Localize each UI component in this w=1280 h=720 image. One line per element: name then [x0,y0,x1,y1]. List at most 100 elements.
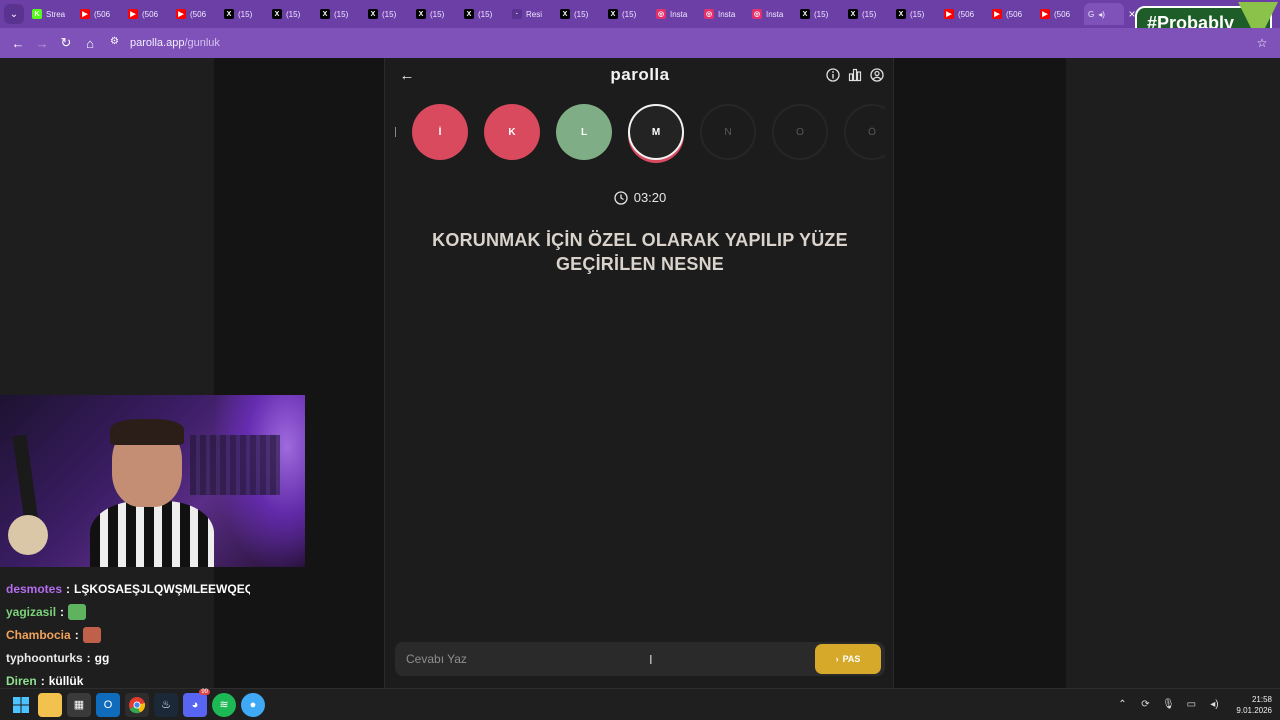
browser-tab[interactable]: X (15) [460,3,508,25]
chat-username[interactable]: Chambocia [6,628,71,642]
letter-pending: N [700,104,756,160]
chat-overlay: desmotes: LŞKOSAEŞJLQWŞMLEEWQEQW yagizasil… [0,567,250,692]
browser-tab[interactable]: ◎ Insta [652,3,700,25]
answer-input[interactable] [395,642,815,676]
screen: ⌄ K Strea ▶ (506 ▶ (506 ▶ (506 X (15) X (15) X (15) X (… [0,0,1280,720]
chat-text: LŞKOSAEŞJLQWŞMLEEWQEQW [74,581,250,596]
tab-label: (15) [862,9,877,19]
browser-tab[interactable]: ▶ (506 [988,3,1036,25]
x-icon: X [896,9,906,19]
clock-icon [614,190,628,205]
display-icon[interactable]: ▭ [1184,698,1198,712]
browser-tab[interactable]: ▶ (506 [1036,3,1084,25]
browser-tab[interactable]: ▶ (506 [76,3,124,25]
browser-tab[interactable]: X (15) [412,3,460,25]
letter-wheel-edge [395,127,396,137]
browser-tab[interactable]: X (15) [364,3,412,25]
forward-button[interactable]: → [30,31,54,55]
browser-tab[interactable]: X (15) [844,3,892,25]
arrow-right-icon: → [35,35,49,51]
letter-wrong: K [484,104,540,160]
windows-taskbar: ▦ O ♨ ◕ 99 ≋ ● ⌃ ⟳ 🎙︎ ▭ ◂) 21:58 9.01.202… [0,688,1280,720]
tab-label: (506 [94,9,111,19]
address-bar[interactable]: ⚙ parolla.app/gunluk [110,31,1130,55]
youtube-icon: ▶ [80,9,90,19]
browser-tab[interactable]: ▶ (506 [940,3,988,25]
discord-icon[interactable]: ◕ 99 [183,688,210,717]
sync-icon[interactable]: ⟳ [1138,698,1152,712]
chat-username[interactable]: typhoonturks [6,651,83,665]
home-button[interactable]: ⌂ [78,31,102,55]
x-icon: X [464,9,474,19]
webcam-overlay [0,395,305,567]
steam-icon[interactable]: ♨ [154,692,178,717]
x-icon: X [560,9,570,19]
page-right-background [1066,58,1280,688]
chevron-up-icon[interactable]: ⌃ [1115,698,1129,712]
stats-icon[interactable] [847,67,863,83]
url-host: parolla.app [130,37,185,49]
chat-username[interactable]: yagizasil [6,605,56,619]
site-settings-icon[interactable]: ⚙ [110,36,124,50]
browser-tab[interactable]: X (15) [604,3,652,25]
tab-active[interactable]: G ◂) [1084,3,1124,25]
browser-tab[interactable]: ▶ (506 [172,3,220,25]
browser-tab[interactable]: X (15) [796,3,844,25]
kick-icon: K [32,9,42,19]
chevron-right-icon: › [835,654,839,664]
chevron-down-icon: ⌄ [9,8,19,20]
browser-tab[interactable]: · Resi [508,3,556,25]
tab-label: (506 [1006,9,1023,19]
chat-text: gg [94,650,110,665]
tab-label: (15) [430,9,445,19]
app-icon[interactable]: ● [241,692,265,717]
x-icon: X [272,9,282,19]
browser-tab[interactable]: ◎ Insta [748,3,796,25]
youtube-icon: ▶ [1040,9,1050,19]
windows-start-icon[interactable] [9,693,33,717]
chat-username[interactable]: Diren [6,674,37,688]
browser-tab[interactable]: X (15) [268,3,316,25]
chrome-icon[interactable] [125,692,149,717]
browser-tab[interactable]: X (15) [892,3,940,25]
profile-icon[interactable] [869,67,885,83]
tab-label: (506 [142,9,159,19]
header-actions [825,67,885,83]
tab-label: Insta [718,9,736,19]
url-path: /gunluk [184,37,220,49]
browser-tab-strip: ⌄ K Strea ▶ (506 ▶ (506 ▶ (506 X (15) X (15) X (15) X (… [0,0,1280,28]
volume-icon[interactable]: ◂) [1207,698,1221,712]
browser-tab[interactable]: X (15) [220,3,268,25]
instagram-icon: ◎ [656,9,666,19]
spotify-icon[interactable]: ≋ [212,692,236,717]
reload-button[interactable]: ↻ [54,31,78,55]
letter-current: M [628,104,684,160]
browser-tab[interactable]: X (15) [556,3,604,25]
file-explorer-icon[interactable] [38,692,62,717]
youtube-icon: ▶ [992,9,1002,19]
browser-tab[interactable]: X (15) [316,3,364,25]
pass-label: PAS [842,654,861,664]
outlook-icon[interactable]: O [96,692,120,717]
chat-username[interactable]: desmotes [6,582,62,596]
back-button[interactable]: ← [6,31,30,55]
browser-tab[interactable]: ▶ (506 [124,3,172,25]
streamer-hair [110,419,184,445]
browser-tab[interactable]: ◎ Insta [700,3,748,25]
bookmark-star-icon[interactable]: ☆ [1252,31,1272,55]
youtube-icon: ▶ [128,9,138,19]
letter-pending: Ö [844,104,885,160]
tab-label: (15) [286,9,301,19]
x-icon: X [800,9,810,19]
answer-bar: I › PAS [395,642,885,676]
taskbar-clock[interactable]: 21:58 9.01.2026 [1236,694,1272,716]
store-icon[interactable]: ▦ [67,692,91,717]
letter-wrong: İ [412,104,468,160]
tab-search-menu-button[interactable]: ⌄ [4,4,24,24]
x-icon: X [320,9,330,19]
browser-tab[interactable]: K Strea [28,3,76,25]
pass-button[interactable]: › PAS [815,644,881,674]
info-icon[interactable] [825,67,841,83]
home-icon: ⌂ [86,35,94,51]
microphone-icon[interactable]: 🎙︎ [1161,698,1175,712]
